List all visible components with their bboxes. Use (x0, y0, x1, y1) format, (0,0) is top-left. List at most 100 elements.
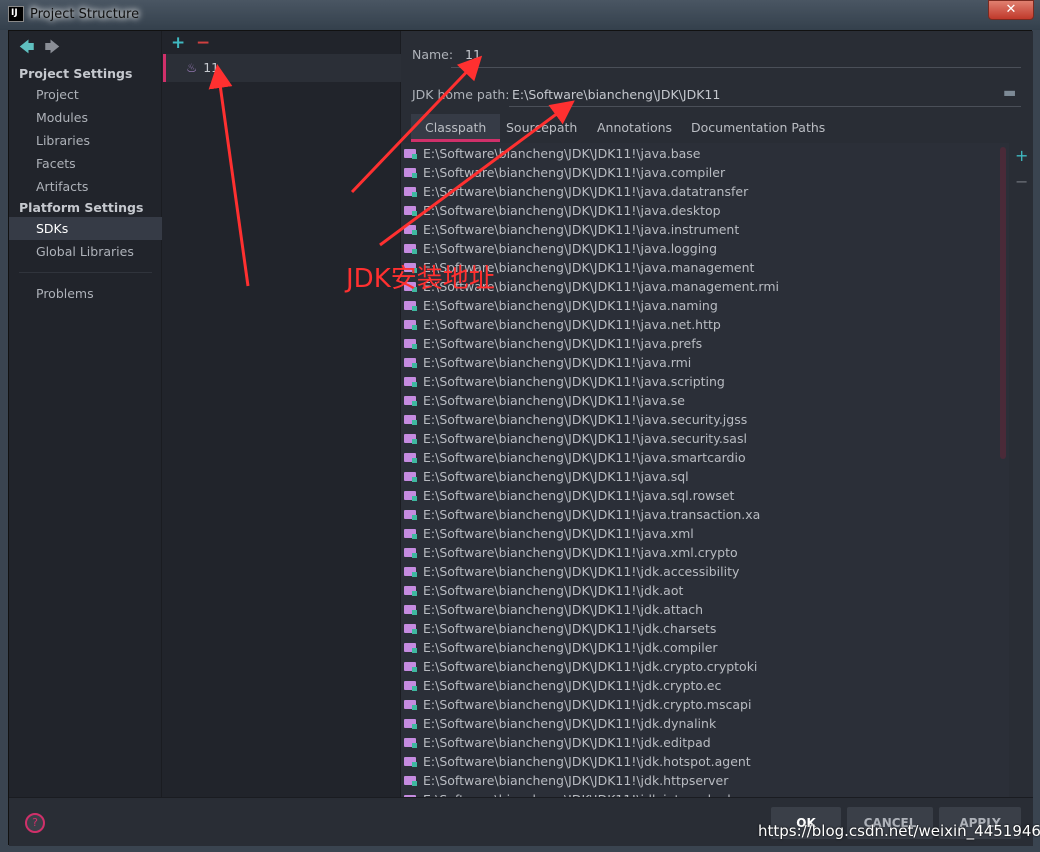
sidebar-item-global-libraries[interactable]: Global Libraries (9, 240, 162, 263)
classpath-row[interactable]: E:\Software\biancheng\JDK\JDK11!\jdk.htt… (401, 771, 1009, 790)
remove-sdk-button[interactable]: − (196, 33, 210, 53)
classpath-entry: E:\Software\biancheng\JDK\JDK11!\jdk.htt… (423, 773, 729, 788)
module-folder-icon (404, 643, 417, 653)
name-input[interactable]: 11 (465, 47, 481, 62)
classpath-row[interactable]: E:\Software\biancheng\JDK\JDK11!\java.tr… (401, 505, 1009, 524)
java-cup-icon: ♨ (186, 60, 198, 75)
classpath-entry: E:\Software\biancheng\JDK\JDK11!\jdk.acc… (423, 564, 740, 579)
classpath-row[interactable]: E:\Software\biancheng\JDK\JDK11!\java.sq… (401, 486, 1009, 505)
module-folder-icon (404, 396, 417, 406)
tab-annotations[interactable]: Annotations (583, 114, 686, 142)
sdk-item-11[interactable]: ♨ 11 (163, 54, 401, 82)
classpath-row[interactable]: E:\Software\biancheng\JDK\JDK11!\jdk.edi… (401, 733, 1009, 752)
classpath-entry: E:\Software\biancheng\JDK\JDK11!\jdk.cry… (423, 659, 758, 674)
module-folder-icon (404, 377, 417, 387)
module-folder-icon (404, 567, 417, 577)
classpath-list: E:\Software\biancheng\JDK\JDK11!\java.ba… (401, 143, 1009, 797)
sidebar-item-facets[interactable]: Facets (9, 152, 162, 175)
sdk-list-panel: + − ♨ 11 (163, 31, 401, 797)
tab-sourcepath[interactable]: Sourcepath (492, 114, 591, 142)
module-folder-icon (404, 529, 417, 539)
folder-browse-icon[interactable]: ▬ (1003, 85, 1016, 101)
classpath-row[interactable]: E:\Software\biancheng\JDK\JDK11!\java.da… (401, 182, 1009, 201)
jdk-home-label: JDK home path: (412, 87, 510, 102)
module-folder-icon (404, 605, 417, 615)
classpath-row[interactable]: E:\Software\biancheng\JDK\JDK11!\java.sm… (401, 448, 1009, 467)
classpath-entry: E:\Software\biancheng\JDK\JDK11!\jdk.com… (423, 640, 718, 655)
module-folder-icon (404, 586, 417, 596)
classpath-row[interactable]: E:\Software\biancheng\JDK\JDK11!\java.in… (401, 220, 1009, 239)
window-title: Project Structure (30, 7, 140, 22)
classpath-row[interactable]: E:\Software\biancheng\JDK\JDK11!\java.co… (401, 163, 1009, 182)
classpath-row[interactable]: E:\Software\biancheng\JDK\JDK11!\java.pr… (401, 334, 1009, 353)
title-bar: IJ Project Structure ✕ (0, 0, 1040, 30)
classpath-row[interactable]: E:\Software\biancheng\JDK\JDK11!\java.se… (401, 410, 1009, 429)
classpath-entry: E:\Software\biancheng\JDK\JDK11!\java.sq… (423, 469, 689, 484)
classpath-row[interactable]: E:\Software\biancheng\JDK\JDK11!\jdk.com… (401, 638, 1009, 657)
classpath-row[interactable]: E:\Software\biancheng\JDK\JDK11!\java.ne… (401, 315, 1009, 334)
remove-path-button[interactable]: − (1015, 172, 1028, 191)
classpath-row[interactable]: E:\Software\biancheng\JDK\JDK11!\jdk.cha… (401, 619, 1009, 638)
classpath-row[interactable]: E:\Software\biancheng\JDK\JDK11!\java.sq… (401, 467, 1009, 486)
back-arrow-icon[interactable]: 🡄 (19, 38, 35, 56)
classpath-row[interactable]: E:\Software\biancheng\JDK\JDK11!\jdk.hot… (401, 752, 1009, 771)
classpath-row[interactable]: E:\Software\biancheng\JDK\JDK11!\java.sc… (401, 372, 1009, 391)
module-folder-icon (404, 472, 417, 482)
module-folder-icon (404, 339, 417, 349)
classpath-row[interactable]: E:\Software\biancheng\JDK\JDK11!\java.xm… (401, 524, 1009, 543)
module-folder-icon (404, 491, 417, 501)
classpath-row[interactable]: E:\Software\biancheng\JDK\JDK11!\java.rm… (401, 353, 1009, 372)
classpath-entry: E:\Software\biancheng\JDK\JDK11!\java.rm… (423, 355, 692, 370)
classpath-row[interactable]: E:\Software\biancheng\JDK\JDK11!\jdk.acc… (401, 562, 1009, 581)
close-button[interactable]: ✕ (988, 0, 1034, 20)
classpath-row[interactable]: E:\Software\biancheng\JDK\JDK11!\jdk.cry… (401, 676, 1009, 695)
sidebar-item-project[interactable]: Project (9, 83, 162, 106)
classpath-entry: E:\Software\biancheng\JDK\JDK11!\java.se… (423, 431, 747, 446)
sidebar-item-modules[interactable]: Modules (9, 106, 162, 129)
classpath-row[interactable]: E:\Software\biancheng\JDK\JDK11!\java.na… (401, 296, 1009, 315)
module-folder-icon (404, 662, 417, 672)
classpath-entry: E:\Software\biancheng\JDK\JDK11!\java.ba… (423, 146, 701, 161)
jdk-home-input[interactable]: E:\Software\biancheng\JDK\JDK11 (512, 87, 720, 102)
classpath-row[interactable]: E:\Software\biancheng\JDK\JDK11!\java.ba… (401, 144, 1009, 163)
module-folder-icon (404, 681, 417, 691)
forward-arrow-icon[interactable]: 🡆 (45, 38, 61, 56)
help-icon[interactable]: ? (25, 813, 45, 833)
sidebar-item-problems[interactable]: Problems (9, 282, 162, 305)
classpath-row[interactable]: E:\Software\biancheng\JDK\JDK11!\java.se (401, 391, 1009, 410)
classpath-row[interactable]: E:\Software\biancheng\JDK\JDK11!\java.de… (401, 201, 1009, 220)
module-folder-icon (404, 719, 417, 729)
module-folder-icon (404, 453, 417, 463)
classpath-row[interactable]: E:\Software\biancheng\JDK\JDK11!\java.xm… (401, 543, 1009, 562)
sidebar: 🡄 🡆 Project Settings Project Modules Librar… (9, 31, 162, 797)
module-folder-icon (404, 548, 417, 558)
classpath-entry: E:\Software\biancheng\JDK\JDK11!\java.in… (423, 222, 740, 237)
classpath-row[interactable]: E:\Software\biancheng\JDK\JDK11!\jdk.att… (401, 600, 1009, 619)
classpath-entry: E:\Software\biancheng\JDK\JDK11!\jdk.aot (423, 583, 684, 598)
sidebar-item-artifacts[interactable]: Artifacts (9, 175, 162, 198)
classpath-entry: E:\Software\biancheng\JDK\JDK11!\java.pr… (423, 336, 703, 351)
module-folder-icon (404, 244, 417, 254)
section-project-settings: Project Settings (19, 66, 133, 81)
module-folder-icon (404, 738, 417, 748)
classpath-row[interactable]: E:\Software\biancheng\JDK\JDK11!\jdk.aot (401, 581, 1009, 600)
add-path-button[interactable]: + (1015, 146, 1028, 165)
classpath-entry: E:\Software\biancheng\JDK\JDK11!\java.ne… (423, 317, 721, 332)
tab-documentation-paths[interactable]: Documentation Paths (677, 114, 839, 142)
classpath-row[interactable]: E:\Software\biancheng\JDK\JDK11!\java.lo… (401, 239, 1009, 258)
classpath-row[interactable]: E:\Software\biancheng\JDK\JDK11!\java.se… (401, 429, 1009, 448)
classpath-row[interactable]: E:\Software\biancheng\JDK\JDK11!\jdk.cry… (401, 657, 1009, 676)
add-sdk-button[interactable]: + (171, 33, 185, 53)
intellij-logo-icon: IJ (8, 6, 24, 22)
classpath-row[interactable]: E:\Software\biancheng\JDK\JDK11!\jdk.int… (401, 790, 1009, 797)
classpath-entry: E:\Software\biancheng\JDK\JDK11!\java.sc… (423, 374, 725, 389)
classpath-row[interactable]: E:\Software\biancheng\JDK\JDK11!\jdk.dyn… (401, 714, 1009, 733)
sidebar-item-sdks[interactable]: SDKs (9, 217, 162, 240)
classpath-entry: E:\Software\biancheng\JDK\JDK11!\jdk.cry… (423, 697, 752, 712)
tab-classpath[interactable]: Classpath (411, 114, 501, 142)
classpath-row[interactable]: E:\Software\biancheng\JDK\JDK11!\jdk.cry… (401, 695, 1009, 714)
module-folder-icon (404, 358, 417, 368)
sidebar-item-libraries[interactable]: Libraries (9, 129, 162, 152)
scrollbar[interactable] (1000, 147, 1006, 459)
classpath-entry: E:\Software\biancheng\JDK\JDK11!\java.co… (423, 165, 726, 180)
